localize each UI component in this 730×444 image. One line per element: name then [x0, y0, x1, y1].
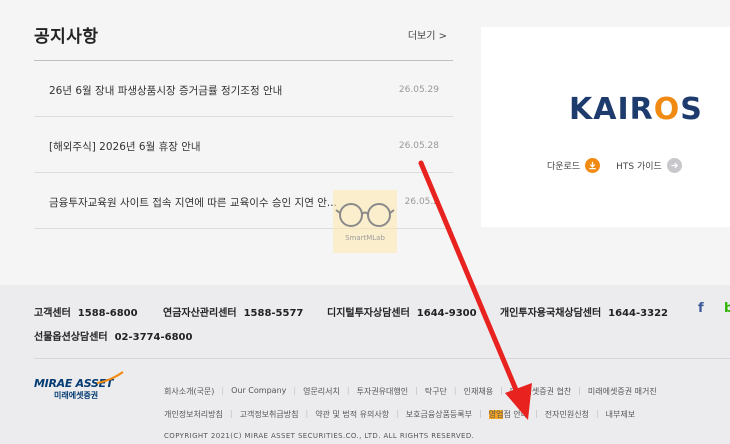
footer: 고객센터 1588-6800 연금자산관리센터 1588-5577 디지털투자상… [0, 285, 730, 444]
contact-bond-center: 개인투자용국채상담센터 1644-3322 [500, 308, 668, 319]
notice-item[interactable]: 26년 6월 장내 파생상품시장 증거금률 정기조정 안내 26.05.29 [34, 61, 453, 117]
arrow-right-icon [666, 158, 682, 173]
link-customer-info-policy[interactable]: 고객정보취급방침 [240, 409, 299, 420]
download-label: 다운로드 [547, 162, 581, 172]
link-privacy-policy[interactable]: 개인정보처리방침 [164, 409, 223, 420]
link-branch-guide[interactable]: 영업점 안내 [488, 409, 528, 420]
notice-item-title[interactable]: 금융투자교육원 사이트 접속 지연에 따른 교육이수 승인 지연 안... [49, 195, 364, 210]
kairos-card: KAIROS 다운로드 HTS 가이드 [481, 27, 730, 227]
notice-item-title[interactable]: [해외주식] 2026년 6월 휴장 안내 [49, 139, 364, 154]
link-magazine[interactable]: 미래에셋증권 매거진 [588, 386, 657, 397]
glasses-icon [335, 203, 395, 227]
link-our-company[interactable]: Our Company [231, 386, 286, 397]
contact-customer-center: 고객센터 1588-6800 [34, 308, 138, 319]
hts-guide-button[interactable]: HTS 가이드 [616, 158, 682, 173]
link-company-intro-kr[interactable]: 회사소개(국문) [164, 386, 214, 397]
hts-guide-label: HTS 가이드 [616, 162, 662, 172]
download-icon [585, 158, 601, 173]
kairos-logo: KAIROS [569, 92, 703, 127]
notice-item-date: 26.05.2 [404, 197, 439, 207]
watermark: SmartMLab [333, 190, 397, 253]
link-terms-legal[interactable]: 약관 및 법적 유의사항 [315, 409, 389, 420]
logo-korean: 미래에셋증권 [54, 391, 99, 400]
link-recruit[interactable]: 인재채용 [464, 386, 493, 397]
highlight-mark: 영업 [488, 410, 504, 419]
notice-item-date: 26.05.28 [398, 141, 439, 151]
mirae-asset-logo: MIRAE ASSET 미래에셋증권 [34, 371, 124, 401]
notice-item[interactable]: [해외주식] 2026년 6월 휴장 안내 26.05.28 [34, 117, 453, 173]
link-table-tennis[interactable]: 탁구단 [425, 386, 447, 397]
footer-links-row-2: 개인정보처리방침 | 고객정보취급방침 | 약관 및 법적 유의사항 | 보호금융상품… [164, 409, 636, 420]
contact-futures-center: 선물옵션상담센터 02-3774-6800 [34, 332, 193, 343]
footer-divider [34, 358, 730, 359]
kairos-actions: 다운로드 HTS 가이드 [547, 158, 698, 173]
watermark-text: SmartMLab [345, 234, 385, 242]
notice-section: 공지사항 더보기 > 26년 6월 장내 파생상품시장 증거금률 정기조정 안내… [34, 22, 453, 229]
link-english-research[interactable]: 영문리서치 [303, 386, 340, 397]
more-link[interactable]: 더보기 > [408, 27, 447, 42]
notice-title: 공지사항 [34, 27, 99, 47]
download-button[interactable]: 다운로드 [547, 158, 601, 173]
logo-swoosh-icon [96, 371, 124, 384]
content-area: 공지사항 더보기 > 26년 6월 장내 파생상품시장 증거금률 정기조정 안내… [0, 0, 730, 285]
blog-icon[interactable]: b [724, 301, 730, 316]
link-protected-products[interactable]: 보호금융상품등록부 [406, 409, 472, 420]
link-sponsorship[interactable]: 미래에셋증권 협찬 [510, 386, 571, 397]
notice-item-title[interactable]: 26년 6월 장내 파생상품시장 증거금률 정기조정 안내 [49, 83, 364, 98]
notice-item-date: 26.05.29 [398, 85, 439, 95]
link-internal-report[interactable]: 내부제보 [606, 409, 635, 420]
footer-links-row-1: 회사소개(국문) | Our Company | 영문리서치 | 투자권유대행인 | 탁… [164, 386, 657, 397]
link-investment-agent[interactable]: 투자권유대행인 [357, 386, 409, 397]
contact-digital-center: 디지털투자상담센터 1644-9300 [327, 308, 477, 319]
facebook-icon[interactable]: f [698, 301, 704, 316]
contact-pension-center: 연금자산관리센터 1588-5577 [163, 308, 304, 319]
copyright: COPYRIGHT 2021(C) MIRAE ASSET SECURITIES… [164, 432, 475, 440]
link-e-complaint[interactable]: 전자민원신청 [545, 409, 589, 420]
